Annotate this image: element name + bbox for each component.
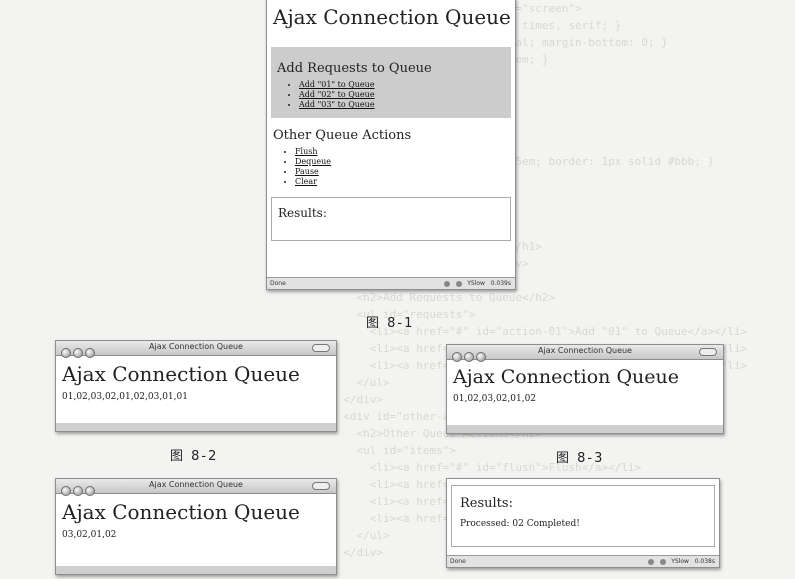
dequeue-link[interactable]: Dequeue — [295, 157, 331, 166]
status-bar: Done YSlow 0.038s — [447, 555, 719, 567]
gray-section-edge — [56, 423, 336, 431]
status-text: Done — [450, 558, 466, 565]
firebug-icon — [456, 280, 463, 287]
addon-icon — [444, 280, 451, 287]
add-requests-section: Add Requests to Queue Add "01" to Queue … — [271, 47, 511, 118]
flush-link[interactable]: Flush — [295, 147, 318, 156]
toolbar-toggle-button[interactable] — [312, 482, 330, 490]
list-item: Dequeue — [295, 157, 509, 167]
add-requests-heading: Add Requests to Queue — [277, 61, 432, 76]
page-title: Ajax Connection Queue — [273, 5, 511, 29]
gray-section-edge — [447, 425, 723, 433]
add-01-link[interactable]: Add "01" to Queue — [299, 80, 375, 89]
other-actions-heading: Other Queue Actions — [273, 128, 412, 143]
figure-caption-8-2: 图 8-2 — [170, 449, 219, 464]
figure-caption-8-1: 图 8-1 — [366, 316, 415, 331]
completed-text: Completed! — [526, 519, 580, 529]
browser-window-fig2: Ajax Connection Queue Ajax Connection Qu… — [55, 340, 337, 432]
queue-items: 01,02,03,02,01,02 — [453, 394, 537, 404]
results-heading: Results: — [460, 496, 513, 511]
page-title: Ajax Connection Queue — [62, 500, 300, 524]
browser-window-results: Results: Processed: 02 Completed! Done Y… — [446, 478, 720, 568]
list-item: Pause — [295, 167, 509, 177]
window-title: Ajax Connection Queue — [149, 480, 243, 489]
window-titlebar: Ajax Connection Queue — [56, 341, 336, 358]
list-item: Add "01" to Queue — [299, 80, 505, 90]
other-actions-section: Other Queue Actions Flush Dequeue Pause … — [267, 118, 515, 193]
status-right: YSlow 0.039s — [441, 280, 511, 287]
page-title: Ajax Connection Queue — [453, 366, 679, 388]
results-heading: Results: — [278, 206, 327, 220]
window-titlebar: Ajax Connection Queue — [447, 345, 723, 362]
browser-window-main: Ajax Connection Queue Add Requests to Qu… — [266, 0, 516, 290]
other-actions-list: Flush Dequeue Pause Clear — [273, 147, 509, 187]
list-item: Clear — [295, 177, 509, 187]
results-area: Results: Processed: 02 Completed! — [451, 485, 715, 547]
clear-link[interactable]: Clear — [295, 177, 317, 186]
load-time: 0.039s — [490, 280, 511, 287]
list-item: Add "03" to Queue — [299, 100, 505, 110]
queue-items: 01,02,03,02,01,02,03,01,01 — [62, 392, 188, 402]
page-title: Ajax Connection Queue — [62, 362, 300, 386]
add-requests-list: Add "01" to Queue Add "02" to Queue Add … — [277, 80, 505, 110]
processed-line: Processed: 02 Completed! — [460, 519, 706, 529]
firebug-icon — [660, 558, 667, 565]
status-right: YSlow 0.038s — [645, 558, 715, 565]
list-item: Flush — [295, 147, 509, 157]
window-title: Ajax Connection Queue — [538, 346, 632, 355]
pause-link[interactable]: Pause — [295, 167, 319, 176]
window-titlebar: Ajax Connection Queue — [56, 479, 336, 496]
status-bar: Done YSlow 0.039s — [267, 277, 515, 289]
queue-items: 03,02,01,02 — [62, 530, 117, 540]
processed-value: 02 — [512, 519, 524, 529]
window-title: Ajax Connection Queue — [149, 342, 243, 351]
gray-section-edge — [56, 566, 336, 574]
results-area: Results: — [271, 197, 511, 241]
toolbar-toggle-button[interactable] — [699, 348, 717, 356]
list-item: Add "02" to Queue — [299, 90, 505, 100]
status-text: Done — [270, 280, 286, 287]
yslow-label[interactable]: YSlow — [467, 280, 485, 287]
add-02-link[interactable]: Add "02" to Queue — [299, 90, 375, 99]
add-03-link[interactable]: Add "03" to Queue — [299, 100, 375, 109]
yslow-label[interactable]: YSlow — [671, 558, 689, 565]
processed-label: Processed: — [460, 519, 510, 529]
figure-caption-8-3: 图 8-3 — [556, 451, 605, 466]
load-time: 0.038s — [694, 558, 715, 565]
toolbar-toggle-button[interactable] — [312, 344, 330, 352]
addon-icon — [648, 558, 655, 565]
browser-window-fig4: Ajax Connection Queue Ajax Connection Qu… — [55, 478, 337, 575]
browser-window-fig3: Ajax Connection Queue Ajax Connection Qu… — [446, 344, 724, 434]
